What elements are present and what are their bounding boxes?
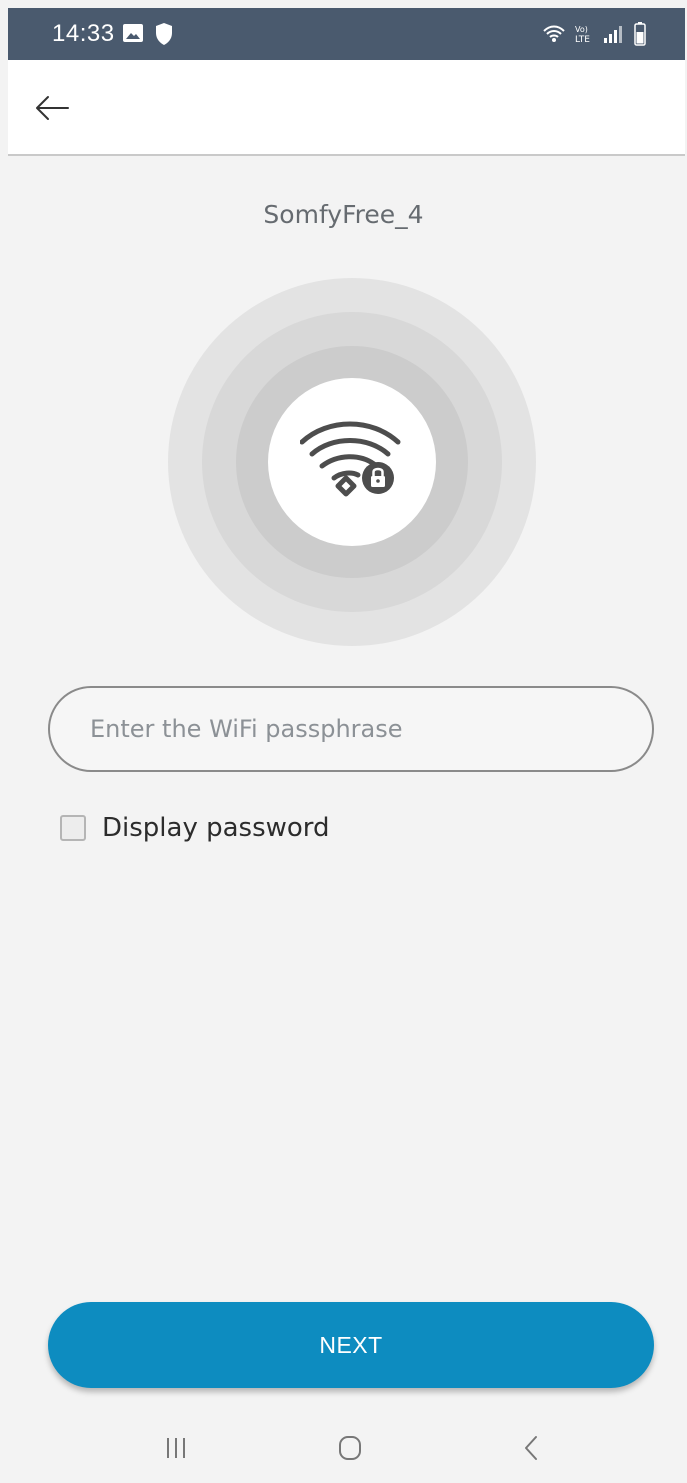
volte-icon: Vo) LTE — [572, 22, 596, 51]
home-icon — [339, 1436, 361, 1460]
display-password-checkbox[interactable] — [60, 815, 86, 841]
wifi-status-graphic — [168, 278, 536, 646]
wifi-lock-icon — [300, 421, 401, 497]
wifi-icon — [542, 24, 566, 49]
shield-icon — [154, 22, 174, 51]
recent-apps-button[interactable] — [146, 1426, 206, 1470]
nav-back-button[interactable] — [502, 1426, 562, 1470]
svg-text:LTE: LTE — [575, 35, 590, 45]
network-name: SomfyFree_4 — [263, 200, 424, 229]
status-time: 14:33 — [52, 20, 115, 47]
next-button[interactable]: NEXT — [48, 1302, 654, 1388]
display-password-row[interactable]: Display password — [60, 810, 330, 846]
passphrase-field[interactable] — [48, 686, 654, 772]
recent-apps-icon — [167, 1438, 185, 1458]
svg-text:Vo): Vo) — [575, 25, 588, 34]
display-password-label: Display password — [102, 813, 330, 843]
signal-icon — [602, 26, 624, 49]
back-icon — [525, 1436, 537, 1460]
passphrase-input[interactable] — [90, 688, 620, 770]
system-nav-bar — [0, 1414, 687, 1483]
status-bar: 14:33 Vo) LTE — [8, 8, 685, 60]
battery-icon — [634, 22, 646, 51]
arrow-left-icon — [36, 96, 69, 120]
image-icon — [122, 22, 144, 49]
back-button[interactable] — [32, 88, 72, 128]
wifi-passphrase-screen: 14:33 Vo) LTE SomfyFree_4 Display passwo… — [0, 0, 687, 1483]
app-bar — [8, 60, 685, 156]
home-button[interactable] — [320, 1426, 380, 1470]
